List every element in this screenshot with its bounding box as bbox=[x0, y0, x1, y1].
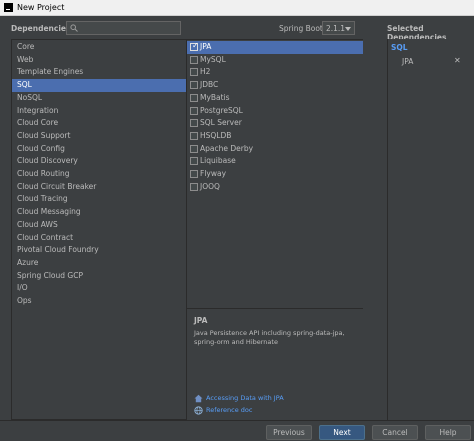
category-item-i-o[interactable]: I/O bbox=[12, 282, 186, 295]
category-item-pivotal-cloud-foundry[interactable]: Pivotal Cloud Foundry bbox=[12, 244, 186, 257]
category-item-cloud-config[interactable]: Cloud Config bbox=[12, 143, 186, 156]
checkbox[interactable] bbox=[190, 119, 198, 128]
spring-boot-version-select[interactable]: 2.1.1 bbox=[322, 21, 355, 35]
dependency-label: SQL Server bbox=[200, 118, 242, 128]
dependency-item-jooq[interactable]: JOOQ bbox=[187, 181, 363, 194]
guide-link-label: Accessing Data with JPA bbox=[206, 394, 284, 402]
checkbox[interactable] bbox=[190, 182, 198, 191]
reference-doc-link-label: Reference doc bbox=[206, 406, 253, 414]
description-text: Java Persistence API including spring-da… bbox=[194, 329, 345, 346]
dependencies-label: Dependencies bbox=[11, 24, 71, 33]
category-item-cloud-core[interactable]: Cloud Core bbox=[12, 117, 186, 130]
category-item-sql[interactable]: SQL bbox=[12, 79, 186, 92]
checkbox[interactable] bbox=[190, 93, 198, 102]
search-input[interactable] bbox=[66, 21, 181, 35]
previous-button[interactable]: Previous bbox=[266, 425, 312, 440]
dependency-label: PostgreSQL bbox=[200, 105, 243, 115]
category-item-cloud-contract[interactable]: Cloud Contract bbox=[12, 232, 186, 245]
dependency-label: JOOQ bbox=[200, 181, 220, 191]
dependency-item-jdbc[interactable]: JDBC bbox=[187, 79, 363, 92]
category-item-integration[interactable]: Integration bbox=[12, 105, 186, 118]
dependency-label: Apache Derby bbox=[200, 143, 254, 153]
checkbox[interactable] bbox=[190, 131, 198, 140]
dependency-list: ✓ JPA MySQL H2 JDBC MyBatis PostgreSQL SQL Serv… bbox=[187, 39, 363, 309]
category-item-spring-cloud-gcp[interactable]: Spring Cloud GCP bbox=[12, 270, 186, 283]
checkbox[interactable] bbox=[190, 157, 198, 166]
dependency-label: JPA bbox=[200, 42, 212, 51]
category-item-cloud-aws[interactable]: Cloud AWS bbox=[12, 219, 186, 232]
spring-boot-version-value: 2.1.1 bbox=[326, 24, 346, 33]
category-item-cloud-circuit-breaker[interactable]: Cloud Circuit Breaker bbox=[12, 181, 186, 194]
dependency-item-jpa[interactable]: ✓ JPA bbox=[187, 41, 363, 54]
category-list: Core Web Template Engines SQL NoSQL Integrati… bbox=[11, 39, 187, 420]
category-item-cloud-routing[interactable]: Cloud Routing bbox=[12, 168, 186, 181]
dialog-footer: Previous Next Cancel Help bbox=[0, 420, 474, 441]
dependency-label: HSQLDB bbox=[200, 130, 232, 140]
dependency-item-h2[interactable]: H2 bbox=[187, 66, 363, 79]
category-item-cloud-messaging[interactable]: Cloud Messaging bbox=[12, 206, 186, 219]
dependency-item-apache-derby[interactable]: Apache Derby bbox=[187, 143, 363, 156]
dependency-description: JPA Java Persistence API including sprin… bbox=[187, 309, 363, 420]
new-project-dialog: Dependencies Spring Boot 2.1.1 Selected … bbox=[0, 16, 474, 441]
category-item-cloud-tracing[interactable]: Cloud Tracing bbox=[12, 193, 186, 206]
dependency-label: MySQL bbox=[200, 54, 226, 64]
remove-icon[interactable]: ✕ bbox=[454, 56, 461, 65]
category-item-cloud-support[interactable]: Cloud Support bbox=[12, 130, 186, 143]
dependency-item-liquibase[interactable]: Liquibase bbox=[187, 155, 363, 168]
intellij-app-icon bbox=[4, 3, 13, 12]
selected-group-sql: SQL bbox=[391, 43, 408, 52]
checkbox[interactable] bbox=[190, 81, 198, 90]
checkbox[interactable] bbox=[190, 55, 198, 64]
dependency-item-mybatis[interactable]: MyBatis bbox=[187, 92, 363, 105]
dependency-label: Flyway bbox=[200, 169, 227, 178]
chevron-down-icon bbox=[345, 27, 351, 31]
category-item-core[interactable]: Core bbox=[12, 41, 186, 54]
checkbox[interactable] bbox=[190, 68, 198, 77]
category-item-ops[interactable]: Ops bbox=[12, 295, 186, 308]
home-icon bbox=[194, 394, 203, 403]
window-title: New Project bbox=[17, 3, 65, 12]
checkmark-icon: ✓ bbox=[192, 41, 199, 50]
search-icon bbox=[70, 24, 78, 32]
dependency-item-hsqldb[interactable]: HSQLDB bbox=[187, 130, 363, 143]
cancel-button[interactable]: Cancel bbox=[372, 425, 418, 440]
next-button[interactable]: Next bbox=[319, 425, 365, 440]
selected-item-jpa: JPA bbox=[402, 57, 414, 66]
category-item-web[interactable]: Web bbox=[12, 54, 186, 67]
dependency-item-postgresql[interactable]: PostgreSQL bbox=[187, 105, 363, 118]
globe-icon bbox=[194, 406, 203, 415]
dependency-label: H2 bbox=[200, 67, 211, 77]
dependency-item-sql-server[interactable]: SQL Server bbox=[187, 117, 363, 130]
checkbox[interactable] bbox=[190, 144, 198, 153]
dependency-item-mysql[interactable]: MySQL bbox=[187, 54, 363, 67]
checkbox[interactable] bbox=[190, 170, 198, 178]
spring-boot-label: Spring Boot bbox=[279, 24, 323, 33]
dependency-item-flyway[interactable]: Flyway bbox=[187, 168, 363, 181]
dependency-label: JDBC bbox=[200, 80, 219, 90]
selected-dependencies-panel: SQL JPA ✕ bbox=[387, 39, 463, 420]
help-button[interactable]: Help bbox=[425, 425, 471, 440]
dependency-label: MyBatis bbox=[200, 92, 230, 102]
checkbox[interactable] bbox=[190, 106, 198, 115]
description-title: JPA bbox=[194, 316, 208, 325]
category-item-azure[interactable]: Azure bbox=[12, 257, 186, 270]
dependency-label: Liquibase bbox=[200, 156, 236, 166]
category-item-template-engines[interactable]: Template Engines bbox=[12, 66, 186, 79]
title-bar: New Project bbox=[0, 0, 474, 16]
checkbox[interactable]: ✓ bbox=[190, 41, 199, 51]
category-item-cloud-discovery[interactable]: Cloud Discovery bbox=[12, 155, 186, 168]
category-item-nosql[interactable]: NoSQL bbox=[12, 92, 186, 105]
